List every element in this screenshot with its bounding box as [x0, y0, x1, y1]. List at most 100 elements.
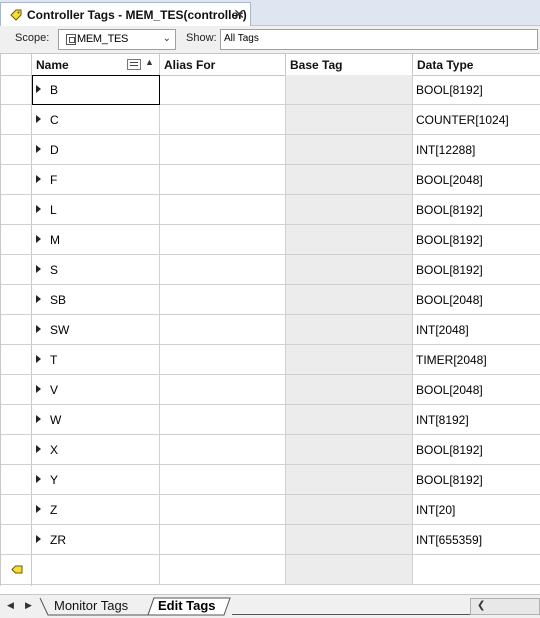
alias-cell[interactable] [160, 405, 286, 434]
controller-icon [66, 34, 76, 45]
show-filter-field[interactable]: All Tags [220, 29, 538, 50]
alias-cell[interactable] [160, 135, 286, 164]
tag-data-type: BOOL[8192] [416, 203, 483, 217]
column-header-data-type-label: Data Type [417, 58, 474, 72]
table-row[interactable]: V BOOL[2048] [1, 375, 540, 405]
column-header-data-type[interactable]: Data Type [413, 54, 540, 75]
expand-arrow-icon[interactable] [36, 325, 41, 333]
tab-edit-tags[interactable]: Edit Tags [158, 598, 216, 615]
table-row[interactable]: M BOOL[8192] [1, 225, 540, 255]
tag-name: F [50, 173, 58, 187]
column-filter-icon[interactable] [127, 59, 141, 70]
table-row[interactable]: F BOOL[2048] [1, 165, 540, 195]
alias-cell[interactable] [160, 495, 286, 524]
tag-data-type: INT[655359] [416, 533, 483, 547]
expand-arrow-icon[interactable] [36, 205, 41, 213]
tags-grid: Name ▲ Alias For Base Tag Data Type B BOO… [0, 54, 540, 586]
scope-dropdown[interactable]: MEM_TES ⌄ [58, 29, 176, 50]
expand-arrow-icon[interactable] [36, 475, 41, 483]
expand-arrow-icon[interactable] [36, 505, 41, 513]
base-tag-cell [286, 375, 413, 404]
table-row[interactable]: X BOOL[8192] [1, 435, 540, 465]
table-row[interactable]: SB BOOL[2048] [1, 285, 540, 315]
base-tag-cell [286, 165, 413, 194]
alias-cell[interactable] [160, 315, 286, 344]
expand-arrow-icon[interactable] [36, 115, 41, 123]
expand-arrow-icon[interactable] [36, 385, 41, 393]
tag-name: Z [50, 503, 58, 517]
alias-cell[interactable] [160, 525, 286, 554]
tag-icon [10, 9, 22, 21]
scroll-left-icon[interactable]: ❮ [477, 600, 485, 611]
tag-data-type: BOOL[2048] [416, 383, 483, 397]
expand-arrow-icon[interactable] [36, 145, 41, 153]
tab-monitor-tags[interactable]: Monitor Tags [54, 598, 128, 615]
tab-scroll-right-icon[interactable]: ▶ [25, 600, 32, 611]
expand-arrow-icon[interactable] [36, 415, 41, 423]
tag-name: S [50, 263, 59, 277]
document-tab-strip: Controller Tags - MEM_TES(controller) ✕ [0, 0, 540, 26]
tag-name: ZR [50, 533, 66, 547]
tag-data-type: BOOL[8192] [416, 443, 483, 457]
tag-data-type: BOOL[8192] [416, 473, 483, 487]
tag-data-type: BOOL[8192] [416, 83, 483, 97]
alias-cell[interactable] [160, 555, 286, 584]
expand-arrow-icon[interactable] [36, 265, 41, 273]
document-tab-title: Controller Tags - MEM_TES(controller) [27, 7, 247, 22]
name-cell[interactable] [32, 555, 160, 584]
column-header-base-tag[interactable]: Base Tag [286, 54, 413, 75]
data-type-cell[interactable] [413, 555, 540, 584]
table-row[interactable]: L BOOL[8192] [1, 195, 540, 225]
column-header-base-tag-label: Base Tag [290, 58, 343, 72]
table-row[interactable]: D INT[12288] [1, 135, 540, 165]
alias-cell[interactable] [160, 195, 286, 224]
base-tag-cell [286, 495, 413, 524]
alias-cell[interactable] [160, 285, 286, 314]
alias-cell[interactable] [160, 105, 286, 134]
alias-cell[interactable] [160, 225, 286, 254]
expand-arrow-icon[interactable] [36, 535, 41, 543]
alias-cell[interactable] [160, 165, 286, 194]
new-tag-icon [11, 565, 23, 574]
document-tab[interactable]: Controller Tags - MEM_TES(controller) ✕ [0, 2, 251, 26]
base-tag-cell [286, 315, 413, 344]
tag-data-type: INT[12288] [416, 143, 476, 157]
table-row[interactable]: ZR INT[655359] [1, 525, 540, 555]
alias-cell[interactable] [160, 435, 286, 464]
table-row[interactable]: S BOOL[8192] [1, 255, 540, 285]
expand-arrow-icon[interactable] [36, 295, 41, 303]
base-tag-cell [286, 225, 413, 254]
table-row[interactable]: B BOOL[8192] [1, 75, 540, 105]
tag-data-type: BOOL[8192] [416, 263, 483, 277]
alias-cell[interactable] [160, 345, 286, 374]
column-header-alias[interactable]: Alias For [160, 54, 286, 75]
tag-data-type: INT[2048] [416, 323, 469, 337]
base-tag-cell [286, 285, 413, 314]
alias-cell[interactable] [160, 465, 286, 494]
table-row[interactable]: SW INT[2048] [1, 315, 540, 345]
view-tab-bar: ◀ ▶ Monitor Tags Edit Tags ❮ [0, 594, 540, 618]
table-row[interactable]: W INT[8192] [1, 405, 540, 435]
horizontal-scrollbar[interactable]: ❮ [470, 598, 540, 615]
table-row[interactable]: C COUNTER[1024] [1, 105, 540, 135]
tag-name: X [50, 443, 59, 457]
alias-cell[interactable] [160, 75, 286, 104]
tag-name: D [50, 143, 59, 157]
expand-arrow-icon[interactable] [36, 235, 41, 243]
table-row[interactable]: T TIMER[2048] [1, 345, 540, 375]
expand-arrow-icon[interactable] [36, 355, 41, 363]
alias-cell[interactable] [160, 255, 286, 284]
tag-data-type: INT[8192] [416, 413, 469, 427]
alias-cell[interactable] [160, 375, 286, 404]
expand-arrow-icon[interactable] [36, 175, 41, 183]
table-row[interactable]: Y BOOL[8192] [1, 465, 540, 495]
sort-ascending-icon[interactable]: ▲ [145, 57, 154, 67]
tab-baseline [232, 614, 470, 615]
scope-label: Scope: [15, 32, 50, 44]
expand-arrow-icon[interactable] [36, 445, 41, 453]
new-tag-row[interactable] [1, 555, 540, 585]
close-icon[interactable]: ✕ [233, 6, 245, 22]
table-row[interactable]: Z INT[20] [1, 495, 540, 525]
chevron-down-icon: ⌄ [162, 33, 171, 44]
tab-scroll-left-icon[interactable]: ◀ [7, 600, 14, 611]
